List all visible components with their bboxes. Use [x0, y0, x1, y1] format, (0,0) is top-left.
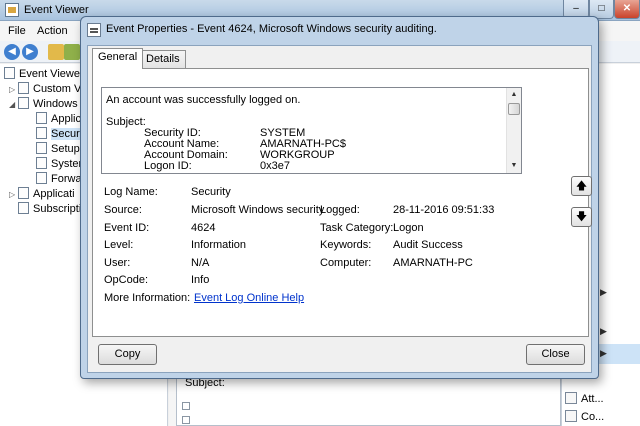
menu-action[interactable]: Action [37, 25, 68, 37]
level-label: Level: [104, 239, 134, 251]
tree-item-event-viewer[interactable]: Event Viewer [4, 67, 84, 82]
close-window-button[interactable]: ✕ [614, 0, 640, 19]
scroll-up-icon[interactable]: ▲ [507, 88, 521, 102]
window-title: Event Viewer [24, 4, 89, 16]
computer-label: Computer: [320, 257, 372, 269]
user-label: User: [104, 257, 131, 269]
action-copy[interactable]: Co... [565, 410, 604, 423]
source-value: Microsoft Windows security [191, 204, 325, 216]
submenu-arrow-icon: ▶ [600, 287, 607, 297]
computer-value: AMARNATH-PC [393, 257, 473, 269]
log-icon [36, 127, 47, 139]
tree-item-subscriptions[interactable]: Subscripti [18, 202, 81, 217]
attach-task-icon [565, 392, 577, 404]
event-viewer-icon [4, 67, 15, 79]
subscriptions-icon [18, 202, 29, 214]
log-icon [36, 142, 47, 154]
event-properties-dialog: Event Properties - Event 4624, Microsoft… [80, 16, 599, 379]
tab-details[interactable]: Details [140, 50, 186, 68]
logged-label: Logged: [320, 204, 360, 216]
submenu-arrow-icon: ▶ [600, 326, 607, 336]
checkbox-icon [182, 402, 190, 410]
collapse-arrow-icon[interactable]: ◢ [9, 100, 18, 109]
expand-arrow-icon[interactable]: ▷ [9, 85, 18, 94]
log-icon [36, 157, 47, 169]
tree-item-applications-services[interactable]: ▷ Applicati [9, 187, 75, 202]
open-folder-button[interactable] [48, 44, 64, 60]
folder-icon [18, 97, 29, 109]
event-id-value: 4624 [191, 222, 216, 234]
back-arrow-icon: ◀ [8, 46, 16, 57]
expand-arrow-icon[interactable]: ▷ [9, 190, 18, 199]
task-category-label: Task Category: [320, 222, 394, 234]
previous-event-button[interactable]: 🡅 [571, 176, 592, 196]
back-button[interactable]: ◀ [4, 44, 20, 60]
forward-arrow-icon: ▶ [26, 46, 34, 57]
event-detail-preview: Subject: [176, 375, 561, 426]
folder-icon [18, 187, 29, 199]
dialog-body: General Details An account was successfu… [87, 45, 592, 373]
scroll-down-icon[interactable]: ▼ [507, 159, 521, 173]
copy-button[interactable]: Copy [98, 344, 157, 365]
source-label: Source: [104, 204, 142, 216]
event-log-online-help-link[interactable]: Event Log Online Help [194, 292, 304, 304]
description-field-logon-id: Logon ID: 0x3e7 [144, 160, 290, 172]
copy-icon [565, 410, 577, 422]
forward-button[interactable]: ▶ [22, 44, 38, 60]
close-button[interactable]: Close [526, 344, 585, 365]
log-icon [36, 172, 47, 184]
event-id-label: Event ID: [104, 222, 150, 234]
tree-item-application[interactable]: Applic [36, 112, 81, 127]
event-properties-icon [87, 23, 101, 37]
event-viewer-app-icon [5, 3, 19, 17]
logged-value: 28-11-2016 09:51:33 [393, 204, 495, 216]
log-name-label: Log Name: [104, 186, 158, 198]
keywords-value: Audit Success [393, 239, 463, 251]
menu-file[interactable]: File [8, 25, 26, 37]
submenu-arrow-icon: ▶ [600, 348, 607, 358]
log-name-value: Security [191, 186, 231, 198]
tab-general[interactable]: General [92, 48, 144, 69]
arrow-up-icon: 🡅 [575, 180, 588, 192]
next-event-button[interactable]: 🡇 [571, 207, 592, 227]
dialog-title: Event Properties - Event 4624, Microsoft… [106, 23, 437, 35]
action-attach-task[interactable]: Att... [565, 392, 604, 405]
checkbox-icon [182, 416, 190, 424]
user-value: N/A [191, 257, 210, 269]
description-scrollbar[interactable]: ▲ ▼ [506, 88, 521, 173]
task-category-value: Logon [393, 222, 424, 234]
tree-item-windows-logs[interactable]: ◢ Windows [9, 97, 78, 112]
more-information-label: More Information: [104, 292, 191, 304]
arrow-down-icon: 🡇 [575, 211, 588, 223]
folder-icon [18, 82, 29, 94]
event-description-box[interactable]: An account was successfully logged on. S… [101, 87, 522, 174]
opcode-label: OpCode: [104, 274, 149, 286]
tree-item-security[interactable]: Securi [36, 127, 83, 142]
tree-item-forwarded-events[interactable]: Forwa [36, 172, 82, 187]
event-description-text: An account was successfully logged on. S… [106, 90, 506, 172]
scrollbar-thumb[interactable] [508, 103, 520, 115]
level-value: Information [191, 239, 247, 251]
log-icon [36, 112, 47, 124]
tree-item-custom-views[interactable]: ▷ Custom V [9, 82, 81, 97]
tree-item-setup[interactable]: Setup [36, 142, 80, 157]
show-hide-tree-button[interactable] [64, 44, 80, 60]
description-summary: An account was successfully logged on. [106, 94, 301, 106]
tree-item-system[interactable]: Syster [36, 157, 82, 172]
opcode-value: Info [191, 274, 210, 286]
keywords-label: Keywords: [320, 239, 372, 251]
